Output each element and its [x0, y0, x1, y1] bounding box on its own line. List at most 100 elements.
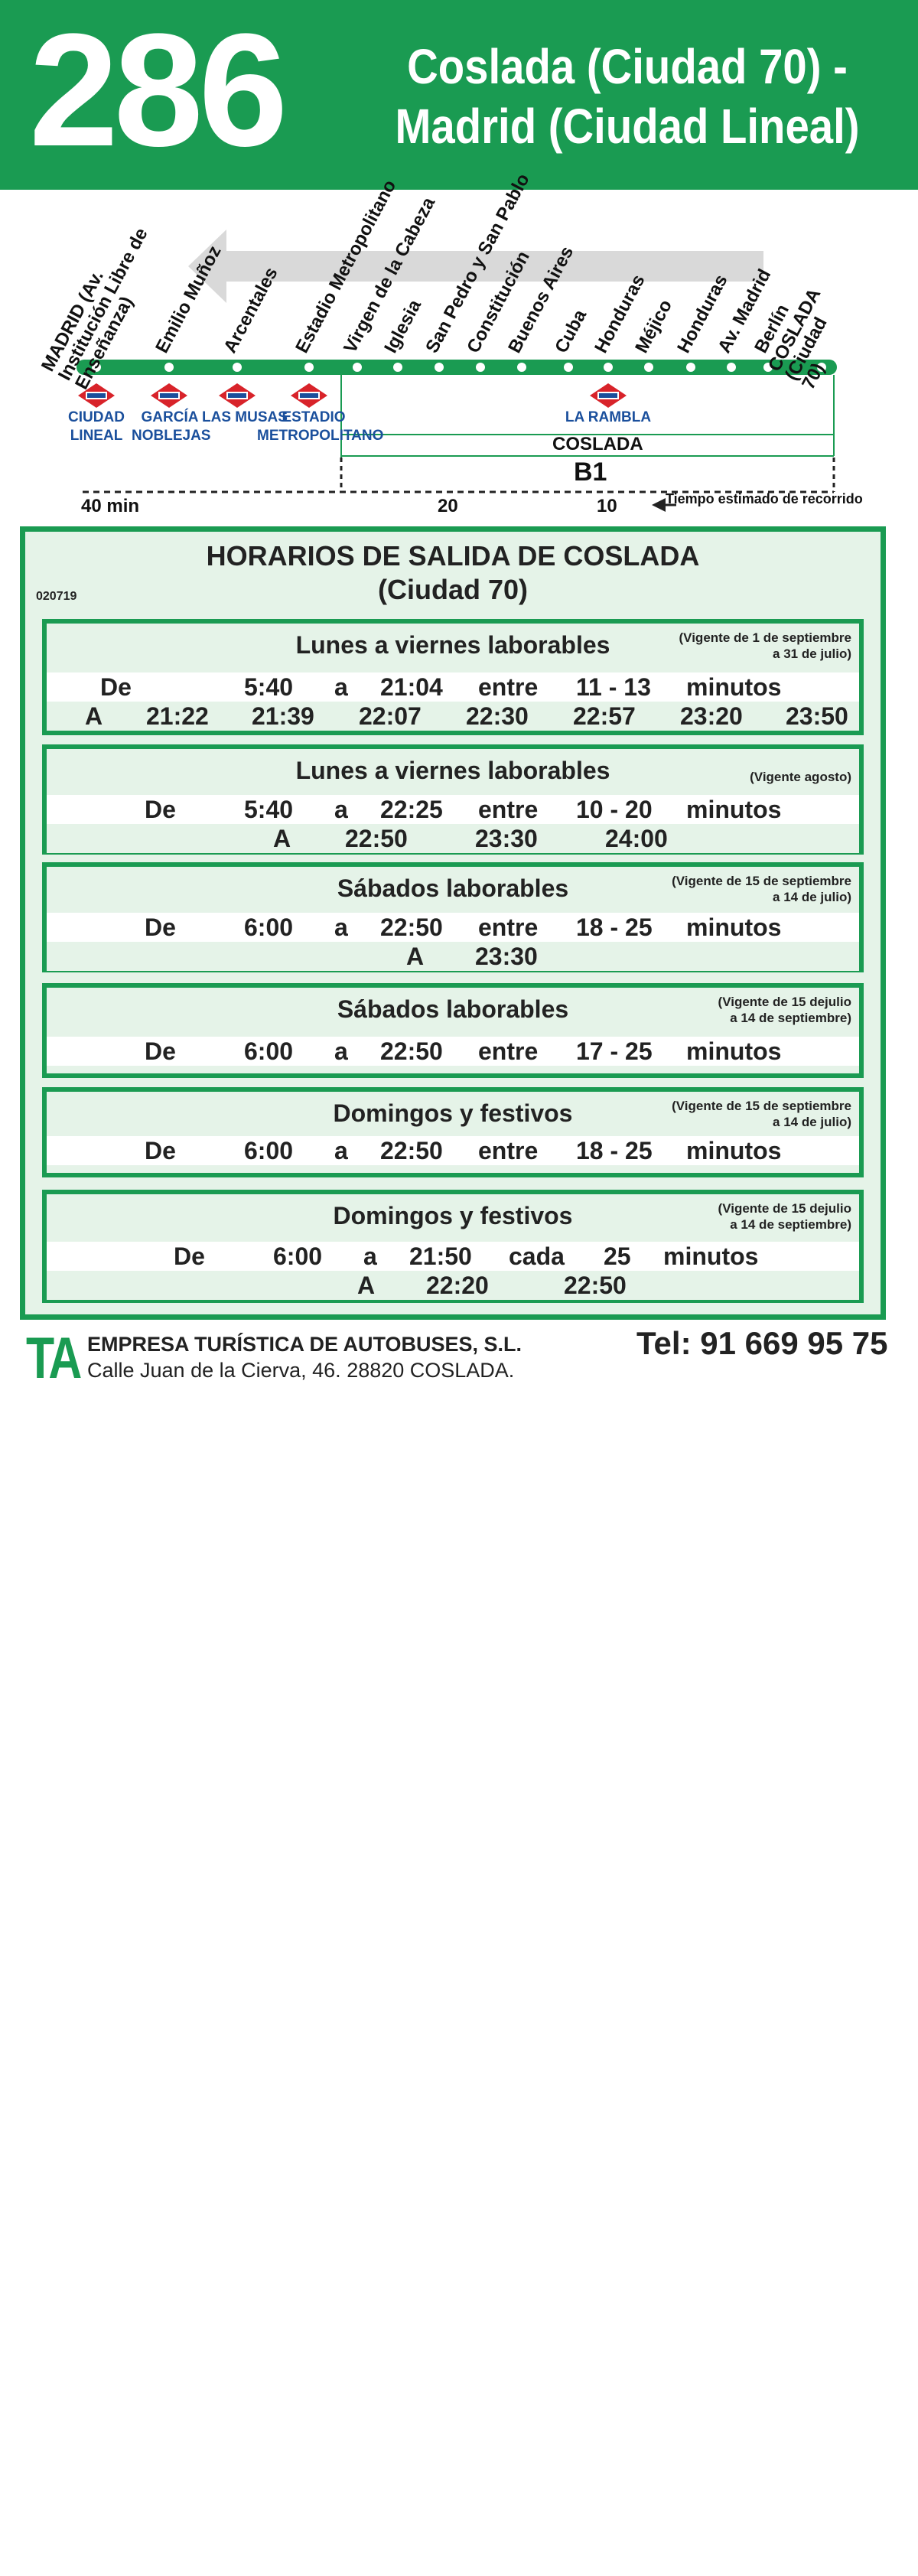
frequency-row: De 6:00 a 22:50 entre 17 - 25 minutos — [47, 1037, 859, 1066]
note-line: (Vigente de 15 dejulio — [718, 1201, 851, 1216]
schedule-code: 020719 — [36, 590, 77, 603]
end-time: 22:25 — [380, 796, 443, 823]
departure-time: 22:07 — [359, 702, 422, 730]
metro-station-line: CIUDAD — [68, 409, 125, 425]
metro-station-la-rambla: LA RAMBLA — [565, 409, 652, 425]
metro-icon — [151, 383, 187, 408]
label-minutos: minutos — [686, 673, 782, 701]
frequency-row: De 6:00 a 21:50 cada 25 minutos — [47, 1242, 859, 1271]
start-time: 6:00 — [273, 1242, 323, 1270]
metro-icon — [291, 383, 327, 408]
note-line: (Vigente de 15 de septiembre — [672, 874, 851, 888]
departure-time: 22:57 — [573, 702, 636, 730]
label-de: De — [145, 796, 176, 823]
fare-zone-label: B1 — [574, 458, 607, 487]
metro-station-line: METROPOLITANO — [257, 428, 384, 444]
label-de: De — [145, 1037, 176, 1065]
frequency-row: De 5:40 a 22:25 entre 10 - 20 minutos — [47, 795, 859, 824]
frequency-row: De 6:00 a 22:50 entre 18 - 25 minutos — [47, 1136, 859, 1165]
company-name: EMPRESA TURÍSTICA DE AUTOBUSES, S.L. — [87, 1333, 522, 1356]
label-entre: entre — [478, 1137, 539, 1164]
header-banner: 286 Coslada (Ciudad 70) - Madrid (Ciudad… — [0, 0, 918, 190]
extra-departures-row: A 23:30 — [47, 942, 859, 971]
label-a: A — [357, 1272, 376, 1299]
end-time: 22:50 — [380, 913, 443, 941]
frequency-row: De 5:40 a 21:04 entre 11 - 13 minutos — [47, 672, 859, 702]
label-minutos: minutos — [686, 1137, 782, 1164]
metro-station-garcia-noblejas: GARCÍA NOBLEJAS — [132, 409, 211, 445]
block-validity-note: (Vigente de 15 dejulio a 14 de septiembr… — [718, 994, 851, 1026]
start-time: 6:00 — [244, 913, 294, 941]
extra-departures-row: A 22:50 23:30 24:00 — [47, 824, 859, 853]
departure-time: 22:20 — [426, 1272, 489, 1299]
label-entre: entre — [478, 1037, 539, 1065]
extra-departures-row: A 21:22 21:39 22:07 22:30 22:57 23:20 23… — [47, 702, 859, 731]
start-time: 5:40 — [244, 673, 294, 701]
label-entre: entre — [478, 796, 539, 823]
schedule-block-weekdays-august: Lunes a viernes laborables (Vigente agos… — [42, 744, 864, 855]
schedule-block-sundays-summer: Domingos y festivos (Vigente de 15 dejul… — [42, 1190, 864, 1303]
label-de: De — [174, 1242, 205, 1270]
travel-time-10: 10 — [597, 496, 617, 516]
label-de: De — [100, 673, 132, 701]
label-a: A — [273, 825, 291, 852]
label-entre: entre — [478, 673, 539, 701]
note-line: (Vigente de 15 de septiembre — [672, 1099, 851, 1113]
travel-time-20: 20 — [438, 496, 458, 516]
company-logo: TA — [26, 1326, 82, 1391]
metro-station-line: ESTADIO — [282, 409, 346, 425]
block-validity-note: (Vigente de 15 de septiembre a 14 de jul… — [672, 1098, 851, 1130]
label-minutos: minutos — [686, 796, 782, 823]
label-de: De — [145, 913, 176, 941]
note-line: a 31 de julio) — [773, 646, 851, 661]
travel-time-legend: Tiempo estimado de recorrido — [666, 491, 863, 506]
end-time: 22:50 — [380, 1037, 443, 1065]
block-validity-note: (Vigente agosto) — [750, 769, 851, 785]
departure-time: 22:50 — [564, 1272, 627, 1299]
metro-station-line: NOBLEJAS — [132, 428, 211, 444]
start-time: 6:00 — [244, 1137, 294, 1164]
metro-icon — [78, 383, 115, 408]
note-line: (Vigente de 1 de septiembre — [679, 630, 851, 645]
departure-time: 23:50 — [786, 702, 848, 730]
start-time: 6:00 — [244, 1037, 294, 1065]
route-diagram: MADRID (Av. Institución Libre de Enseñan… — [0, 171, 918, 526]
label-a: a — [334, 913, 348, 941]
company-phone: Tel: 91 669 95 75 — [636, 1325, 888, 1361]
label-minutos: minutos — [686, 1037, 782, 1065]
metro-icon — [219, 383, 256, 408]
note-line: (Vigente agosto) — [750, 770, 851, 784]
departure-time: 22:30 — [466, 702, 529, 730]
end-time: 21:04 — [380, 673, 443, 701]
schedule-block-saturdays: Sábados laborables (Vigente de 15 de sep… — [42, 862, 864, 972]
frequency-row: De 6:00 a 22:50 entre 18 - 25 minutos — [47, 913, 859, 942]
company-address: Calle Juan de la Cierva, 46. 28820 COSLA… — [87, 1359, 515, 1382]
travel-time-40: 40 min — [81, 496, 140, 516]
label-entre: entre — [478, 913, 539, 941]
schedule-title: HORARIOS DE SALIDA DE COSLADA (Ciudad 70… — [25, 539, 881, 607]
route-line — [76, 360, 837, 375]
note-line: (Vigente de 15 dejulio — [718, 995, 851, 1009]
departure-time: 23:20 — [680, 702, 743, 730]
label-a: a — [334, 796, 348, 823]
label-a: a — [334, 1037, 348, 1065]
schedule-block-weekdays: Lunes a viernes laborables (Vigente de 1… — [42, 619, 864, 735]
block-validity-note: (Vigente de 15 dejulio a 14 de septiembr… — [718, 1200, 851, 1233]
block-validity-note: (Vigente de 15 de septiembre a 14 de jul… — [672, 873, 851, 905]
metro-station-line: LINEAL — [70, 428, 123, 444]
route-name: Coslada (Ciudad 70) - Madrid (Ciudad Lin… — [392, 37, 863, 156]
end-time: 22:50 — [380, 1137, 443, 1164]
block-title: Lunes a viernes laborables — [295, 757, 610, 784]
metro-station-ciudad-lineal: CIUDAD LINEAL — [66, 409, 127, 445]
block-validity-note: (Vigente de 1 de septiembre a 31 de juli… — [679, 630, 851, 662]
extra-departures-row: A 22:20 22:50 — [47, 1271, 859, 1300]
schedule-title-line2: (Ciudad 70) — [377, 574, 528, 605]
schedule-block-sundays: Domingos y festivos (Vigente de 15 de se… — [42, 1087, 864, 1177]
label-de: De — [145, 1137, 176, 1164]
schedule-block-saturdays-summer: Sábados laborables (Vigente de 15 dejuli… — [42, 983, 864, 1078]
zone-label-coslada: COSLADA — [552, 434, 643, 454]
label-minutos: minutos — [663, 1242, 759, 1270]
label-a: a — [363, 1242, 377, 1270]
route-name-line2: Madrid (Ciudad Lineal) — [395, 99, 860, 154]
label-cada: cada — [509, 1242, 565, 1270]
